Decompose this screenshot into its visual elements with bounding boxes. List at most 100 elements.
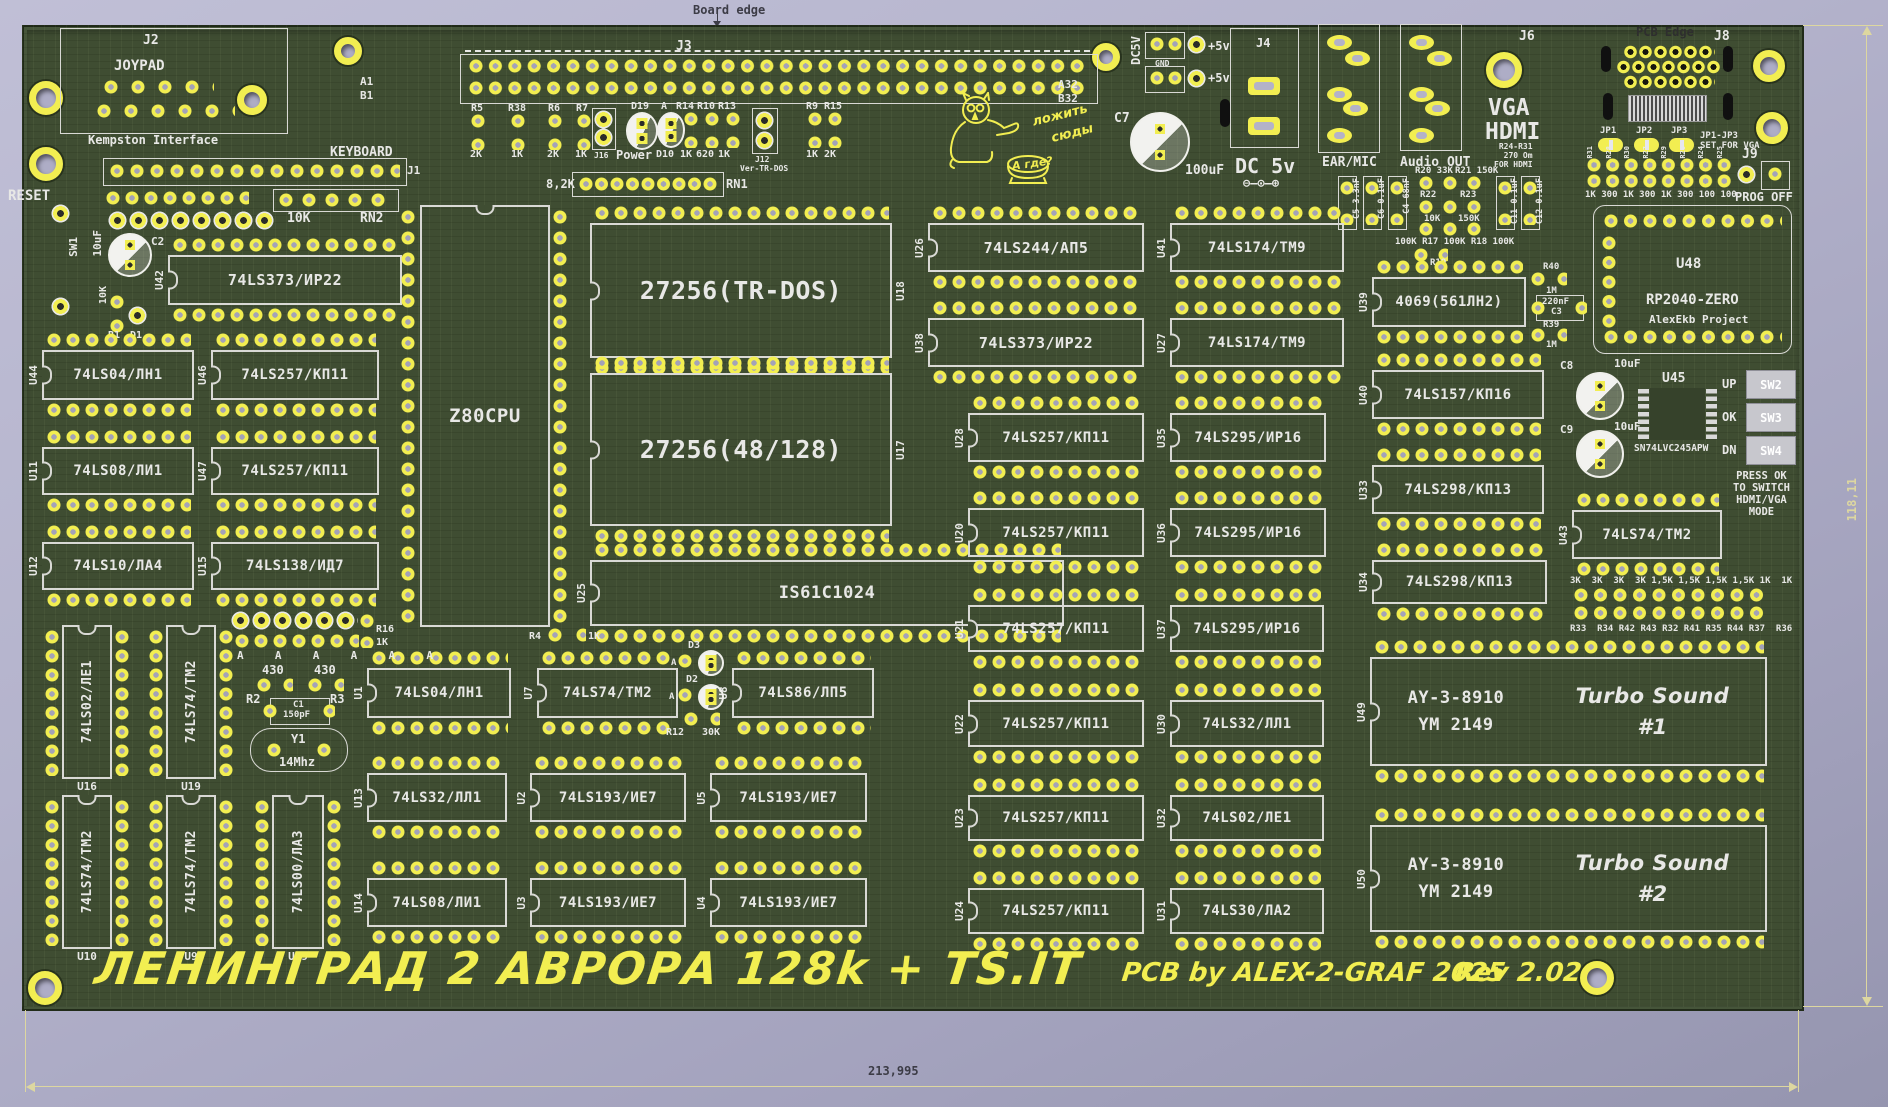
- y1-crystal: Y1 14Mhz: [250, 728, 348, 772]
- c5-label: C5 3.3nF: [1353, 178, 1363, 219]
- chip-u30: U3074LS32/ЛЛ1: [1170, 700, 1324, 747]
- chip-label: 74LS295/ИР16: [1194, 525, 1301, 541]
- pin1-notch: [1372, 480, 1382, 499]
- mounting-hole: [334, 37, 362, 65]
- board-title: ЛЕНИНГРАД 2 АВРОРА 128k + TS.IT: [92, 942, 1085, 995]
- chip-label: 74LS86/ЛП5: [758, 685, 847, 701]
- chip-ref: U27: [1155, 333, 1168, 353]
- c8-label: C8: [1560, 360, 1573, 373]
- j12-pads: [754, 130, 775, 151]
- j4-slot: [1220, 99, 1230, 127]
- chip-label: 74LS257/КП11: [1002, 621, 1109, 637]
- mounting-hole: [29, 147, 63, 181]
- chip-u17: U1727256(48/128): [590, 373, 892, 526]
- rn2-value: 10K: [287, 212, 310, 227]
- joypad-label: JOYPAD: [114, 58, 165, 74]
- r7-value: 1K: [575, 149, 587, 161]
- res-ref: R29: [1660, 146, 1668, 159]
- pin1-notch: [1170, 523, 1180, 542]
- mounting-hole: [1753, 50, 1785, 82]
- res-ref: R30: [1623, 146, 1631, 159]
- chip-u36: U3674LS295/ИР16: [1170, 508, 1326, 557]
- pin1-notch: [1370, 702, 1380, 721]
- power-label: Power: [616, 149, 652, 163]
- jp1-label: JP1: [1600, 126, 1616, 136]
- pin1-notch: [1170, 619, 1180, 638]
- chip-u43: U4374LS74/ТМ2: [1572, 510, 1722, 559]
- pin1-notch: [530, 893, 540, 912]
- chip-label: 74LS193/ИЕ7: [559, 895, 657, 911]
- chip-label: 74LS02/ЛЕ1: [80, 660, 95, 743]
- pin1-notch: [367, 684, 377, 703]
- chip-label: 74LS257/КП11: [1002, 903, 1109, 919]
- jack-pad: [1409, 35, 1434, 50]
- pin1-notch: [968, 619, 978, 638]
- pin1-notch: [182, 625, 201, 635]
- c6-label: C6 0.1uF: [1378, 178, 1388, 219]
- chip-u47: U4774LS257/КП11: [211, 447, 379, 495]
- pin1-notch: [78, 625, 97, 635]
- res-ref: R28: [1605, 146, 1613, 159]
- dc5v-outline-b: [1145, 66, 1185, 93]
- board-revision: Rev 2.02: [1453, 958, 1583, 988]
- r23-label: R23: [1460, 190, 1476, 200]
- chip-u46: U4674LS257/КП11: [211, 350, 379, 400]
- c7-label: C7: [1114, 112, 1130, 127]
- r38-pads: [511, 112, 525, 150]
- pin1-notch: [968, 428, 978, 447]
- r3-value430: 430: [314, 664, 336, 678]
- d2-a-mark: A: [669, 692, 674, 702]
- chip-ref: U12: [27, 556, 40, 576]
- sw1-pad: [50, 203, 71, 224]
- ym-name: YM 2149: [1418, 715, 1493, 735]
- c8-value: 10uF: [1614, 358, 1641, 371]
- module-u48: U48 RP2040-ZERO AlexEkb Project: [1593, 205, 1792, 354]
- chip-u26: U2674LS244/АП5: [928, 223, 1144, 272]
- pin1-notch: [367, 893, 377, 912]
- chip-ref: U24: [953, 901, 966, 921]
- j8-slot: [1603, 93, 1613, 120]
- r12-pads: [682, 712, 720, 726]
- p5v-label-b: +5v: [1208, 72, 1230, 86]
- chip-ref: U44: [27, 365, 40, 385]
- r12-value: 30K: [702, 727, 720, 739]
- d3-diode: [698, 650, 724, 676]
- pin1-notch: [732, 684, 742, 703]
- chip-ref: U50: [1355, 869, 1368, 889]
- pin1-notch: [1170, 333, 1180, 352]
- mounting-hole: [1756, 112, 1788, 144]
- r40-pads: [1529, 272, 1567, 286]
- kempston-label: Kempston Interface: [88, 134, 218, 148]
- r2-pads: [255, 678, 293, 692]
- u48-ref: U48: [1676, 256, 1701, 272]
- ear-mic-jack: [1318, 24, 1380, 153]
- c1-label: C1: [293, 700, 304, 710]
- chip-label: 74LS295/ИР16: [1194, 430, 1301, 446]
- pin1-notch: [211, 462, 221, 481]
- chip-label: 27256(48/128): [640, 435, 842, 464]
- chip-u7: U774LS74/ТМ2: [537, 668, 678, 718]
- chip-label: 74LS30/ЛА2: [1202, 903, 1291, 919]
- u48-pads-left: [1602, 234, 1616, 328]
- chip-label: 74LS74/ТМ2: [80, 830, 95, 913]
- d2-label: D2: [686, 674, 698, 686]
- chip-ref: U33: [1357, 480, 1370, 500]
- chip-label: 74LS257/КП11: [1002, 430, 1109, 446]
- dc5v-outline-a: [1145, 32, 1185, 59]
- c1-outline: C1 150pF: [270, 698, 330, 725]
- pin1-notch: [78, 795, 97, 805]
- c1-value: 150pF: [283, 710, 310, 720]
- dim-ext-right2: [1798, 1010, 1799, 1092]
- j9-label: J9: [1742, 148, 1758, 163]
- hdmi-pads-row1: [1623, 45, 1715, 59]
- ay-name: AY-3-8910: [1408, 688, 1505, 708]
- hdmi-edge-connector: [1628, 95, 1707, 122]
- chip-label: Z80CPU: [449, 405, 521, 427]
- dim-arrow-right-icon: [1789, 1082, 1798, 1092]
- pin1-notch: [42, 462, 52, 481]
- chip-ref: U23: [953, 808, 966, 828]
- hdmi-note: R24-R31 270 Om FOR HDMI: [1494, 142, 1533, 170]
- u48-project: AlexEkb Project: [1649, 314, 1748, 327]
- chip-ref: U4: [695, 896, 708, 909]
- chip-ref: U36: [1155, 523, 1168, 543]
